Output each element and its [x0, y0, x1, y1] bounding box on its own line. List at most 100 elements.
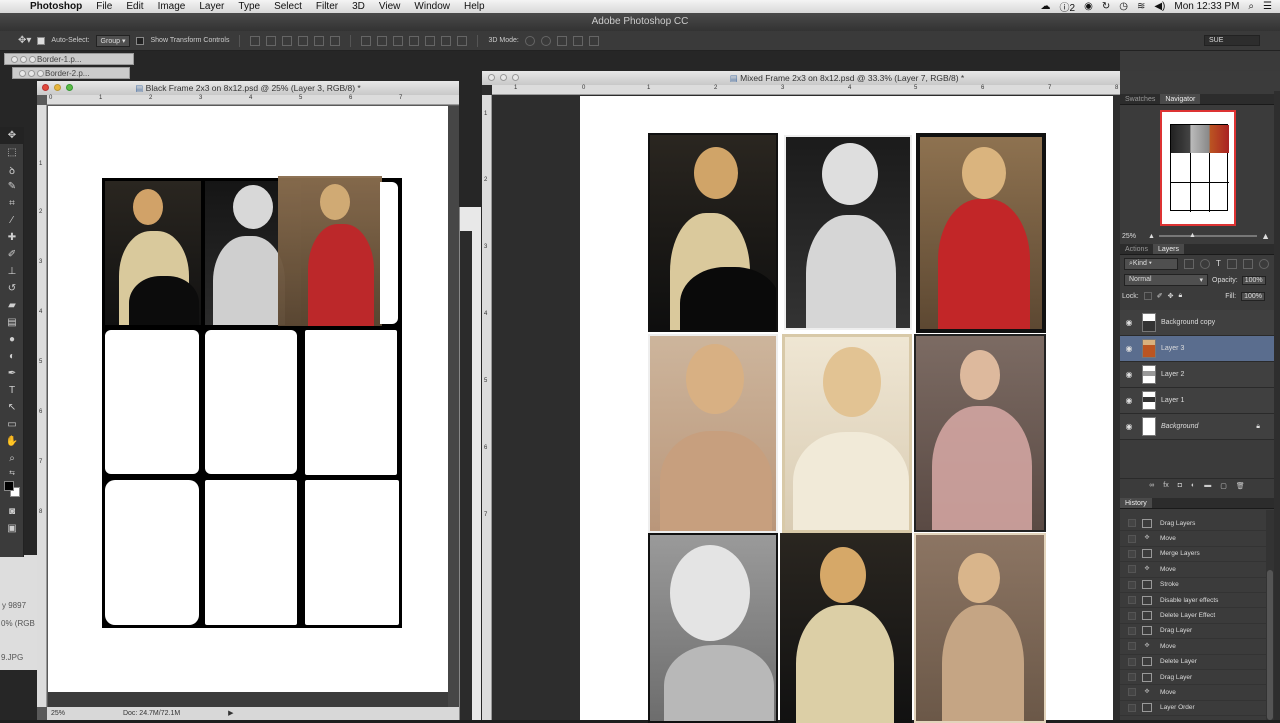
zoom-slider-thumb[interactable]: ▲ [1189, 232, 1196, 239]
dodge-tool-icon[interactable]: ◐ [0, 348, 24, 365]
move-tool-icon[interactable]: ✥▾ [18, 35, 31, 46]
lock-position-icon[interactable]: ✥ [1168, 292, 1174, 300]
align-vcenter-icon[interactable] [266, 35, 277, 46]
panel-collapse-bar[interactable] [1274, 91, 1280, 720]
zoom-tool-icon[interactable]: ⌕ [0, 450, 24, 467]
photo-bw-lace-top[interactable] [784, 135, 912, 330]
distribute-left-icon[interactable] [409, 35, 420, 46]
photo-sepia-portrait[interactable] [648, 334, 778, 533]
screen-mode-icon[interactable]: ▣ [0, 520, 24, 537]
link-layers-icon[interactable]: ∞ [1149, 482, 1154, 489]
zoom-slider[interactable]: ▲ [1158, 232, 1258, 239]
minimize-icon[interactable] [500, 74, 507, 81]
photo-layer-1[interactable] [105, 181, 201, 325]
layer-row-background-copy[interactable]: ◉ Background copy [1120, 310, 1274, 336]
record-icon[interactable]: ◉ [1084, 1, 1093, 12]
menu-window[interactable]: Window [407, 0, 457, 13]
new-layer-icon[interactable]: ▢ [1220, 482, 1227, 490]
canvas-page[interactable] [580, 96, 1113, 723]
move-tool-icon[interactable]: ✥ [0, 127, 24, 144]
history-item[interactable]: ✥ Move [1120, 639, 1266, 655]
tab-navigator[interactable]: Navigator [1160, 94, 1201, 104]
type-tool-icon[interactable]: T [0, 382, 24, 399]
history-snapshot-checkbox[interactable] [1128, 596, 1136, 605]
creative-cloud-icon[interactable]: ☁ [1041, 1, 1051, 12]
history-snapshot-checkbox[interactable] [1128, 657, 1136, 666]
history-item[interactable]: ✥ Move [1120, 685, 1266, 701]
time-machine-icon[interactable]: ◷ [1119, 1, 1128, 12]
eye-icon[interactable]: ◉ [1120, 344, 1138, 353]
filter-adjustment-icon[interactable] [1200, 258, 1210, 269]
layer-row-layer-3[interactable]: ◉ Layer 3 [1120, 336, 1274, 362]
layer-row-layer-2[interactable]: ◉ Layer 2 [1120, 362, 1274, 388]
photo-layer-3-dragging[interactable] [278, 176, 382, 326]
transform-controls-checkbox[interactable] [136, 36, 145, 45]
navigator-preview[interactable] [1160, 110, 1236, 226]
navigator-zoom-value[interactable]: 25% [1122, 233, 1148, 240]
menu-type[interactable]: Type [231, 0, 267, 13]
filter-shape-icon[interactable] [1226, 258, 1237, 269]
layer-row-background[interactable]: ◉ Background 🔒︎ [1120, 414, 1274, 440]
auto-select-checkbox[interactable] [37, 36, 46, 45]
eye-icon[interactable]: ◉ [1120, 396, 1138, 405]
status-arrow-icon[interactable]: ▶ [228, 710, 233, 717]
vertical-scrollbar[interactable] [448, 106, 459, 707]
gradient-tool-icon[interactable]: ▤ [0, 314, 24, 331]
close-icon[interactable] [488, 74, 495, 81]
history-snapshot-checkbox[interactable] [1128, 688, 1136, 697]
sync-icon[interactable]: ↻ [1102, 1, 1110, 12]
history-snapshot-checkbox[interactable] [1128, 565, 1136, 574]
photo-hand-chin[interactable] [780, 533, 912, 723]
workspace-switcher[interactable]: SUE [1204, 35, 1260, 46]
lock-image-icon[interactable]: ✐ [1157, 292, 1163, 300]
canvas-page[interactable] [48, 106, 448, 707]
horizontal-scrollbar[interactable] [48, 692, 448, 707]
clone-stamp-tool-icon[interactable]: ⊥ [0, 263, 24, 280]
menu-view[interactable]: View [372, 0, 408, 13]
doc-tab-border1[interactable]: Border-1.p... [4, 53, 134, 65]
minimize-icon[interactable] [28, 70, 35, 77]
minimize-icon[interactable] [20, 56, 27, 63]
3d-slide-icon[interactable] [572, 35, 583, 46]
distribute-right-icon[interactable] [441, 35, 452, 46]
close-icon[interactable] [19, 70, 26, 77]
quick-mask-icon[interactable]: ◙ [0, 503, 24, 520]
status-zoom[interactable]: 25% [51, 710, 65, 717]
zoom-icon[interactable] [29, 56, 36, 63]
history-item[interactable]: Delete Layer [1120, 655, 1266, 670]
quick-select-tool-icon[interactable]: ✎ [0, 178, 24, 195]
filter-kind-dropdown[interactable]: ⌕Kind ▾ [1124, 257, 1178, 270]
healing-brush-tool-icon[interactable]: ✚ [0, 229, 24, 246]
history-snapshot-checkbox[interactable] [1128, 534, 1136, 543]
menu-filter[interactable]: Filter [309, 0, 345, 13]
auto-align-icon[interactable] [457, 35, 468, 46]
eye-icon[interactable]: ◉ [1120, 318, 1138, 327]
menu-edit[interactable]: Edit [119, 0, 150, 13]
doc-window-titlebar[interactable]: ▤ Black Frame 2x3 on 8x12.psd @ 25% (Lay… [37, 81, 459, 95]
notifications-icon[interactable]: ☰ [1263, 1, 1272, 12]
3d-orbit-icon[interactable] [524, 35, 535, 46]
shape-tool-icon[interactable]: ▭ [0, 416, 24, 433]
tab-actions[interactable]: Actions [1120, 244, 1153, 254]
auto-select-dropdown[interactable]: Group ▾ [95, 34, 131, 47]
align-hcenter-icon[interactable] [314, 35, 325, 46]
lock-transparent-icon[interactable] [1143, 292, 1152, 300]
distribute-vcenter-icon[interactable] [377, 35, 388, 46]
tab-layers[interactable]: Layers [1152, 244, 1184, 254]
history-item[interactable]: Merge Layers [1120, 547, 1266, 563]
eraser-tool-icon[interactable]: ▰ [0, 297, 24, 314]
photo-seated-black-dress[interactable] [648, 133, 778, 332]
filter-type-icon[interactable]: T [1216, 259, 1221, 268]
history-snapshot-checkbox[interactable] [1128, 626, 1136, 635]
path-select-tool-icon[interactable]: ↖ [0, 399, 24, 416]
default-colors-icon[interactable]: ⇆ [0, 467, 24, 479]
align-left-icon[interactable] [298, 35, 309, 46]
3d-pan-icon[interactable] [556, 35, 567, 46]
zoom-in-icon[interactable]: ▲ [1261, 231, 1270, 241]
history-scroll-thumb[interactable] [1267, 570, 1273, 720]
photo-blouse-portrait[interactable] [782, 334, 912, 533]
input-badge[interactable]: ⓘ2 [1060, 0, 1076, 14]
align-top-icon[interactable] [250, 35, 261, 46]
photo-bw-closeup[interactable] [648, 533, 778, 723]
distribute-hcenter-icon[interactable] [425, 35, 436, 46]
